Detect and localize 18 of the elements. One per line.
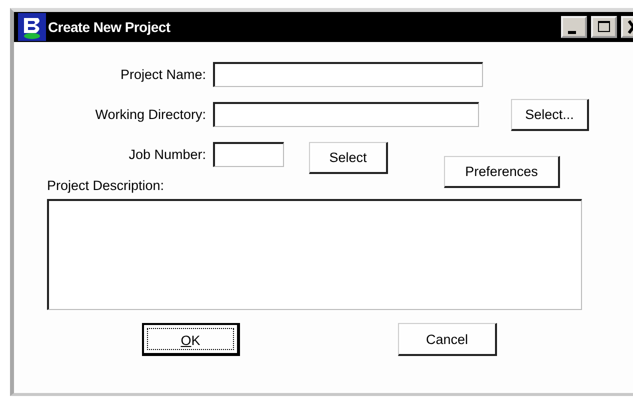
ok-button[interactable]: OK [142,323,240,356]
cancel-button[interactable]: Cancel [398,323,497,356]
field-label: Working Directory: [94,106,207,122]
window-title: Create New Project [48,19,170,35]
field-label: Project Name: [119,66,207,82]
field-label: Job Number: [128,146,207,162]
description-label: Project Description: [47,178,166,193]
input-field[interactable] [213,62,483,87]
maximize-button[interactable] [591,16,617,38]
input-field[interactable] [213,102,479,127]
select-button[interactable]: Select [309,142,388,174]
description-field[interactable] [47,199,582,310]
app-logo-icon [18,13,46,41]
minimize-icon [568,30,576,34]
select-button[interactable]: Select... [511,99,589,131]
preferences-button[interactable]: Preferences [444,156,560,188]
input-field[interactable] [213,142,284,167]
minimize-button[interactable] [561,16,587,38]
